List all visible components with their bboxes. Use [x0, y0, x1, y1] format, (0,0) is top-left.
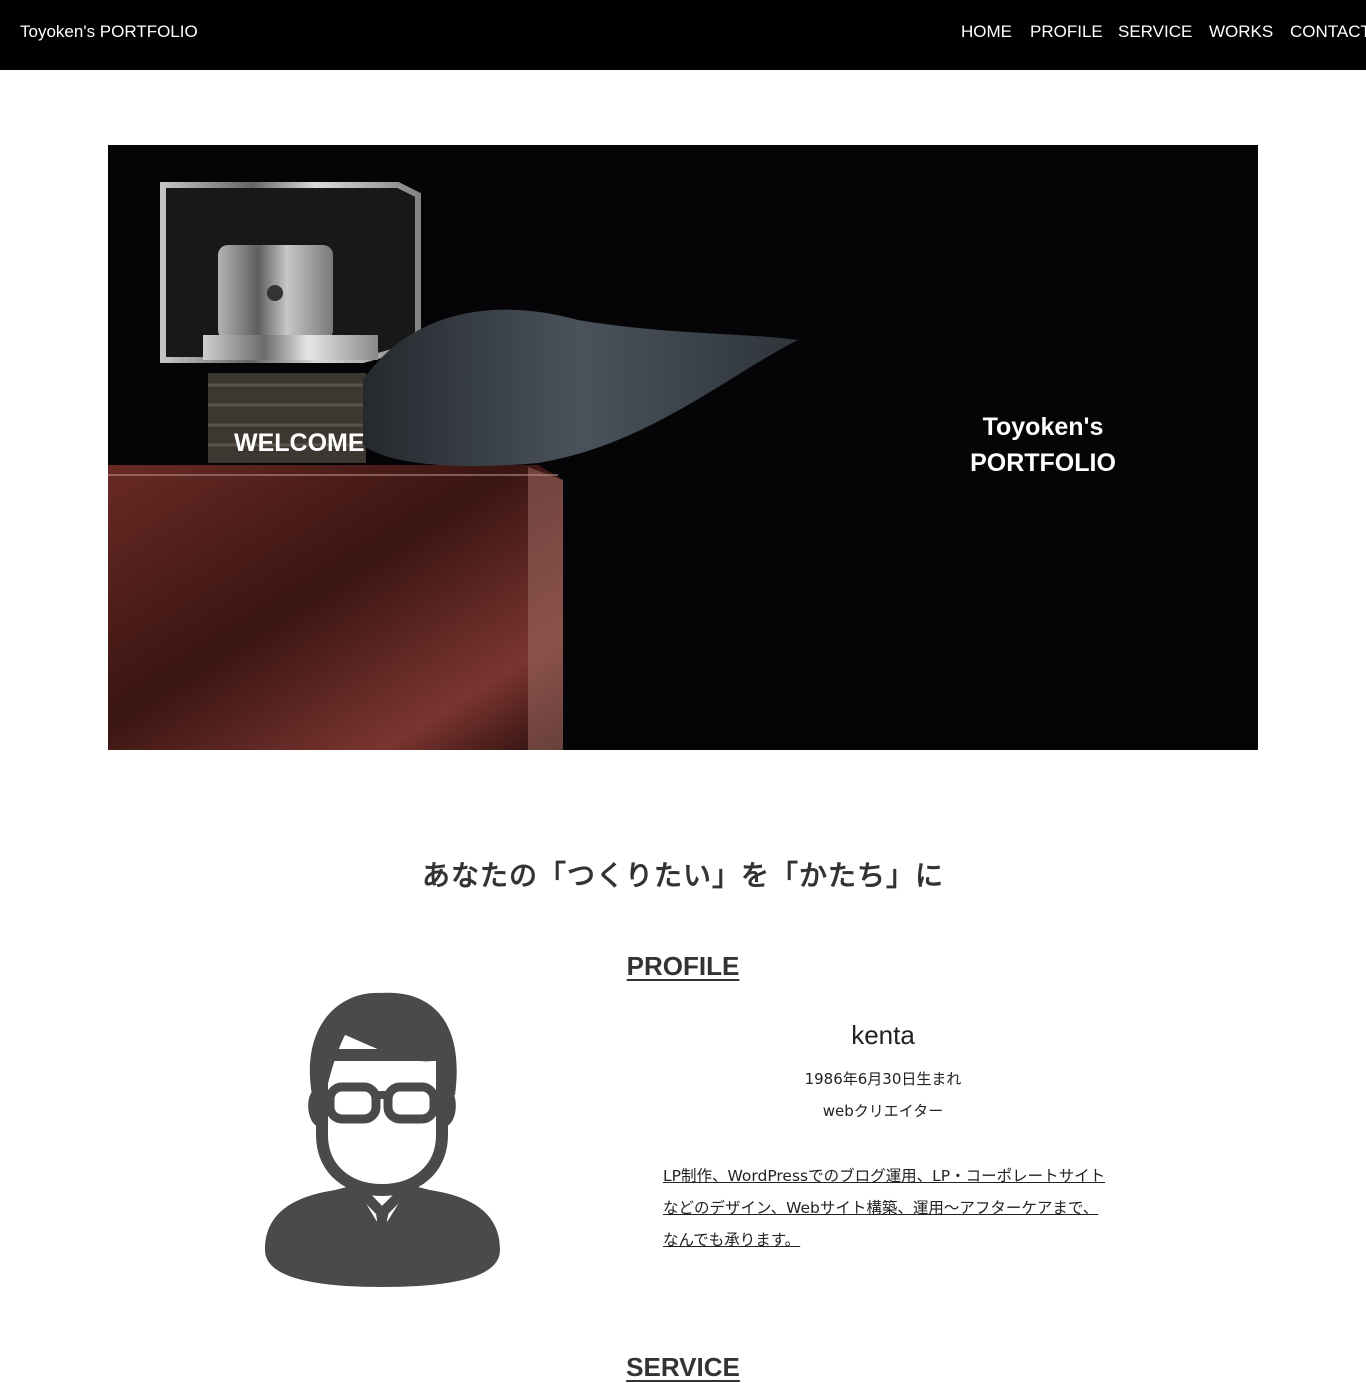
hero-banner: WELCOME Toyoken's PORTFOLIO: [108, 145, 1258, 750]
nav-profile[interactable]: PROFILE: [1030, 22, 1103, 42]
avatar-icon: [265, 992, 500, 1287]
site-header: Toyoken's PORTFOLIO HOME PROFILE SERVICE…: [0, 0, 1366, 70]
tagline: あなたの「つくりたい」を「かたち」に: [421, 859, 944, 892]
hero-title: Toyoken's PORTFOLIO: [943, 409, 1143, 481]
hero-welcome-text: WELCOME: [234, 429, 365, 457]
profile-heading: PROFILE: [626, 951, 740, 981]
profile-birthdate: 1986年6月30日生まれ: [804, 1070, 962, 1088]
service-heading: SERVICE: [626, 1352, 740, 1382]
nav-home[interactable]: HOME: [961, 22, 1012, 42]
profile-name: kenta: [851, 1020, 915, 1050]
hero-title-line2: PORTFOLIO: [970, 449, 1116, 477]
nav-service[interactable]: SERVICE: [1118, 22, 1192, 42]
main-nav: HOME PROFILE SERVICE WORKS CONTACT: [0, 22, 1366, 46]
profile-description: LP制作、WordPressでのブログ運用、LP・コーポレートサイトなどのデザイ…: [663, 1167, 1106, 1249]
nav-contact[interactable]: CONTACT: [1290, 22, 1366, 42]
profile-job-title: webクリエイター: [822, 1102, 944, 1120]
nav-works[interactable]: WORKS: [1209, 22, 1273, 42]
hero-title-line1: Toyoken's: [982, 413, 1104, 441]
